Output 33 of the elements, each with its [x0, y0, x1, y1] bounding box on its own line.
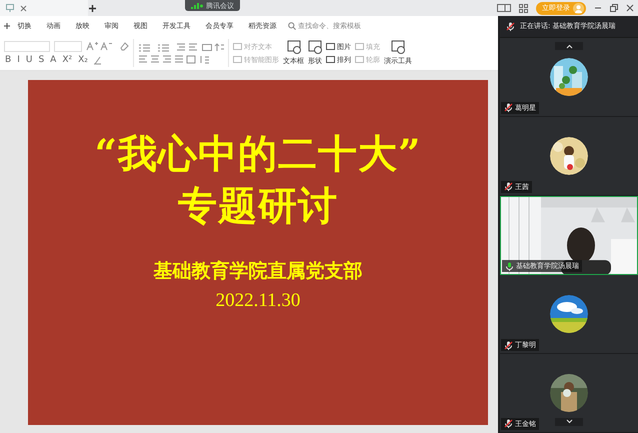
slide-subtitle: 基础教育学院直属党支部 — [154, 259, 362, 284]
chevron-up-icon[interactable] — [566, 44, 572, 48]
format-button[interactable]: A — [49, 55, 58, 65]
slide-icon — [6, 4, 14, 12]
line-spacing-icon[interactable] — [202, 42, 224, 52]
layout-icon[interactable] — [497, 4, 511, 12]
slide-date: 2022.11.30 — [216, 290, 300, 312]
format-button[interactable]: X² — [61, 55, 74, 65]
format-button[interactable]: X₂ — [77, 55, 89, 65]
tool-icon — [286, 40, 300, 54]
align-icon[interactable] — [138, 54, 210, 64]
plus-icon[interactable] — [88, 4, 97, 12]
format-button[interactable]: I — [16, 55, 21, 65]
slide-title: 专题研讨 — [178, 182, 338, 231]
chevron-down-icon[interactable] — [566, 419, 572, 424]
slide-title: “我心中的二十大” — [94, 130, 422, 179]
search-icon — [288, 22, 296, 30]
eraser-icon[interactable] — [120, 42, 129, 51]
tool-icon — [391, 40, 405, 54]
format-button[interactable]: S — [37, 55, 46, 65]
plus-icon[interactable] — [4, 23, 10, 29]
list-icon[interactable] — [138, 42, 172, 52]
close-icon[interactable] — [20, 4, 27, 12]
grid-icon[interactable] — [519, 4, 528, 12]
signal-icon — [191, 2, 203, 8]
close-icon[interactable] — [626, 4, 634, 12]
tool-icon — [308, 40, 322, 54]
muted-mic-icon — [506, 22, 515, 30]
format-button[interactable]: U — [24, 55, 34, 65]
restore-icon[interactable] — [610, 4, 618, 12]
user-avatar-icon — [573, 2, 584, 14]
format-button[interactable]: B — [4, 55, 12, 65]
indent-icon[interactable] — [176, 42, 198, 52]
